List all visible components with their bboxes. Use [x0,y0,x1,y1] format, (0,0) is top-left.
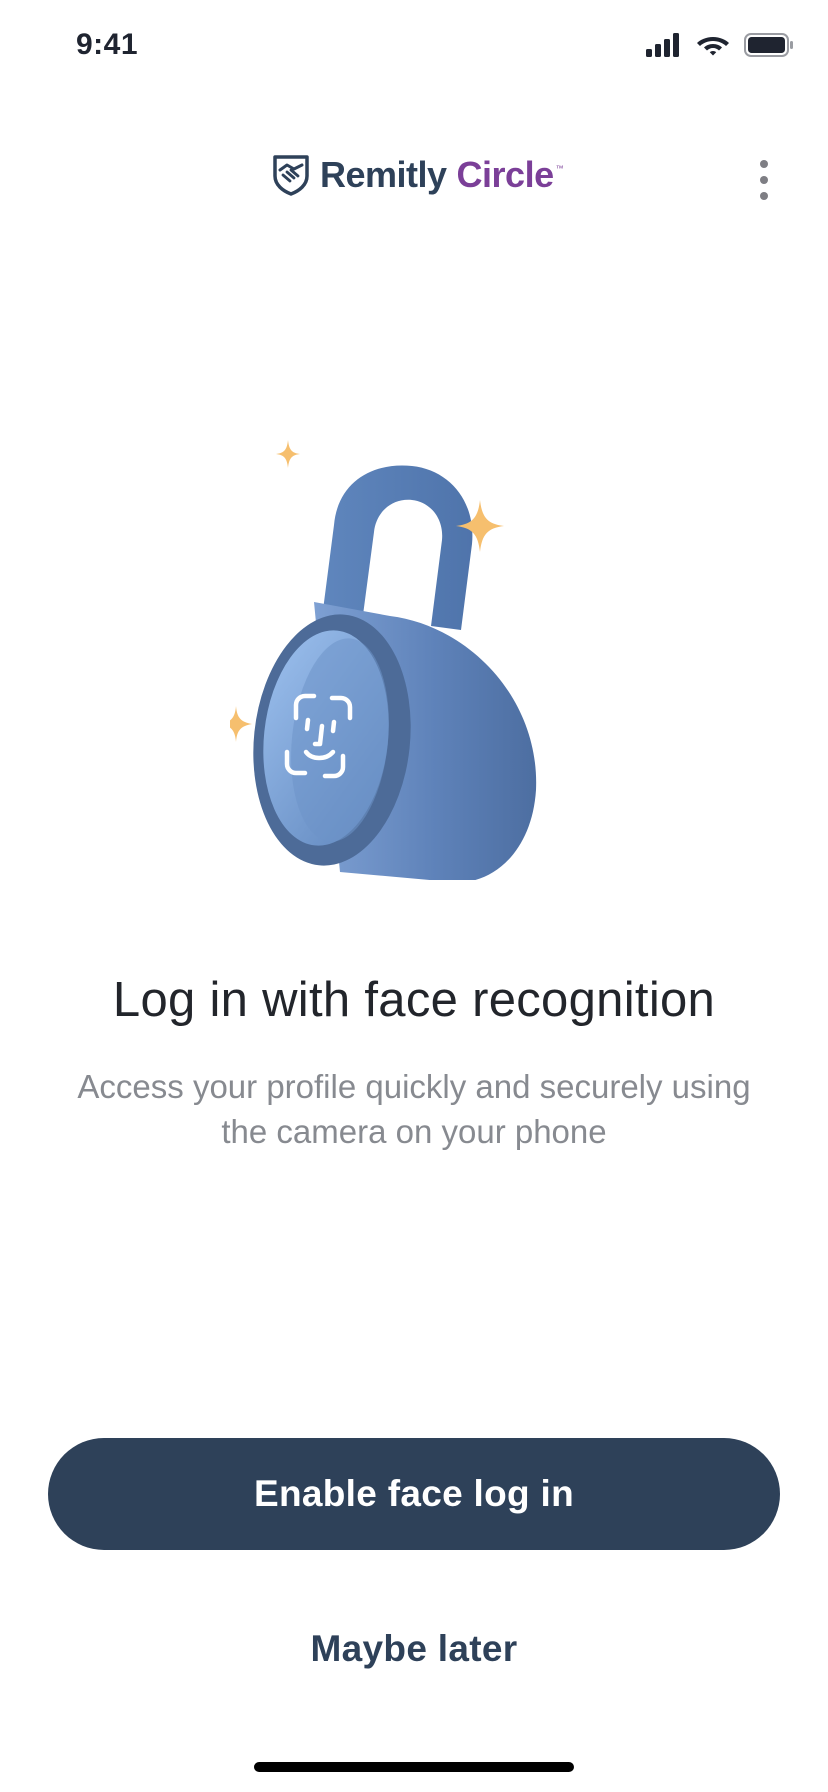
face-lock-illustration [220,440,600,883]
padlock-icon [220,440,537,883]
status-time: 9:41 [76,28,139,61]
more-options-button[interactable] [746,152,782,208]
battery-icon [744,33,793,57]
enable-face-login-button[interactable]: Enable face log in [48,1438,780,1550]
more-vertical-icon [760,160,768,168]
page-subtitle: Access your profile quickly and securely… [77,1068,751,1150]
wifi-icon [697,37,729,56]
status-bar: 9:41 [0,0,828,96]
logo-trademark: ™ [555,164,564,173]
status-icons [646,30,794,60]
sparkle-icon [276,440,300,468]
handshake-shield-icon [273,155,309,196]
logo-text-accent: Circle [456,154,555,195]
home-indicator [254,1762,574,1772]
logo: Remitly Circle ™ [272,154,564,196]
logo-text-main: Remitly [320,154,447,195]
header: Remitly Circle ™ [0,140,828,220]
sparkle-icon [220,706,252,742]
maybe-later-button[interactable]: Maybe later [214,1614,614,1684]
maybe-later-label: Maybe later [310,1628,518,1669]
cellular-signal-icon [646,33,679,57]
enable-face-login-label: Enable face log in [254,1473,574,1514]
page-title: Log in with face recognition [112,973,716,1027]
